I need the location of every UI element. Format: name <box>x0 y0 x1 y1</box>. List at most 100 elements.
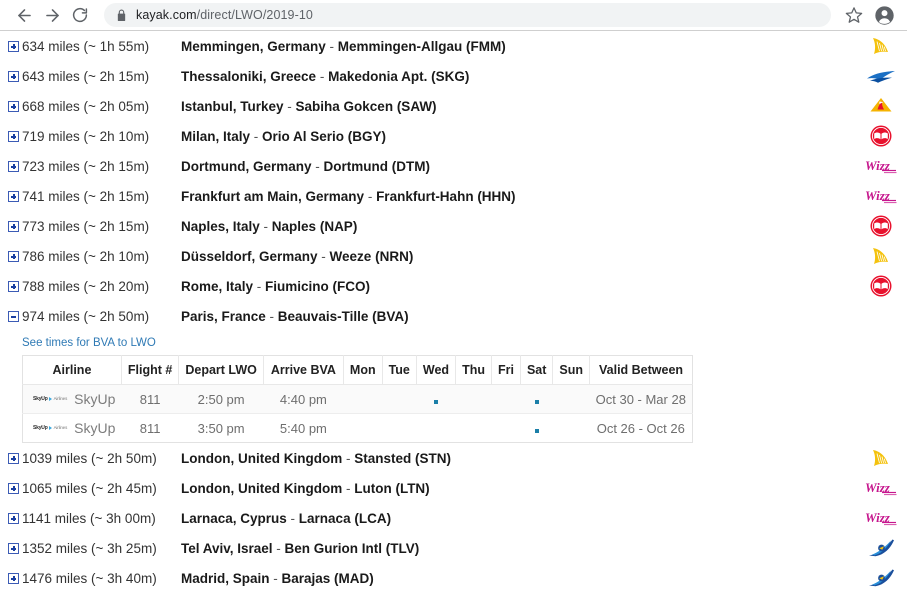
skyup-mark-subword: Airlines <box>53 395 68 401</box>
route-destination[interactable]: London, United Kingdom - Luton (LTN) <box>172 481 861 496</box>
destination-airport: Naples (NAP) <box>271 218 358 234</box>
route-destination[interactable]: Milan, Italy - Orio Al Serio (BGY) <box>172 129 861 144</box>
route-destination[interactable]: London, United Kingdom - Stansted (STN) <box>172 451 861 466</box>
expand-row-button[interactable] <box>0 40 22 52</box>
route-distance-duration: 773 miles (~ 2h 15m) <box>22 218 150 234</box>
route-destination[interactable]: Frankfurt am Main, Germany - Frankfurt-H… <box>172 189 861 204</box>
route-row[interactable]: 1141 miles (~ 3h 00m) Larnaca, Cyprus - L… <box>0 503 907 533</box>
plus-square-icon <box>7 160 19 172</box>
route-row[interactable]: 723 miles (~ 2h 15m) Dortmund, Germany - … <box>0 151 907 181</box>
plus-square-icon <box>7 482 19 494</box>
route-destination[interactable]: Larnaca, Cyprus - Larnaca (LCA) <box>172 511 861 526</box>
address-bar[interactable]: kayak.com/direct/LWO/2019-10 <box>104 3 831 27</box>
expand-row-button[interactable] <box>0 70 22 82</box>
star-icon <box>845 7 863 23</box>
wizzair-logo-icon: Wizz <box>865 158 897 174</box>
destination-city: Istanbul, Turkey <box>181 98 284 114</box>
plus-square-icon <box>7 512 19 524</box>
expand-row-button[interactable] <box>0 190 22 202</box>
destination-separator: - <box>317 248 330 264</box>
route-destination[interactable]: Memmingen, Germany - Memmingen-Allgau (F… <box>172 39 861 54</box>
column-header: Arrive BVA <box>262 355 344 385</box>
expand-row-button[interactable] <box>0 482 22 494</box>
skyup-airlines-logo-icon: SkyUp Airlines <box>33 425 67 431</box>
destination-city: Milan, Italy <box>181 128 251 144</box>
destination-airport: Stansted (STN) <box>354 450 451 466</box>
expand-row-button[interactable] <box>0 250 22 262</box>
route-distance-duration: 741 miles (~ 2h 15m) <box>22 188 150 204</box>
plus-square-icon <box>7 40 19 52</box>
cell-flight-number: 811 <box>121 413 179 443</box>
route-row[interactable]: 1476 miles (~ 3h 40m) Madrid, Spain - Bar… <box>0 563 907 593</box>
route-airline-logo <box>861 35 907 57</box>
reload-button[interactable] <box>66 1 94 29</box>
route-row[interactable]: 788 miles (~ 2h 20m) Rome, Italy - Fiumic… <box>0 271 907 301</box>
ryanair-logo-icon <box>873 248 888 264</box>
column-header: Depart LWO <box>178 355 264 385</box>
ernest-airlines-logo-icon <box>870 275 892 297</box>
ukraine-international-airlines-logo-icon <box>869 569 894 587</box>
route-distance-duration: 668 miles (~ 2h 05m) <box>22 98 150 114</box>
route-airline-logo <box>861 447 907 469</box>
destination-airport: Frankfurt-Hahn (HHN) <box>376 188 516 204</box>
destination-airport: Memmingen-Allgau (FMM) <box>337 38 506 54</box>
cell-day-sun <box>552 384 590 414</box>
destination-separator: - <box>286 510 299 526</box>
destination-separator: - <box>250 128 263 144</box>
expand-row-button[interactable] <box>0 542 22 554</box>
route-destination[interactable]: Paris, France - Beauvais-Tille (BVA) <box>172 309 861 324</box>
destination-separator: - <box>316 68 329 84</box>
route-destination[interactable]: Tel Aviv, Israel - Ben Gurion Intl (TLV) <box>172 541 861 556</box>
forward-button[interactable] <box>38 1 66 29</box>
route-row[interactable]: 1352 miles (~ 3h 25m) Tel Aviv, Israel - … <box>0 533 907 563</box>
profile-button[interactable] <box>871 2 897 28</box>
route-row[interactable]: 643 miles (~ 2h 15m) Thessaloniki, Greece… <box>0 61 907 91</box>
column-header: Sat <box>519 355 554 385</box>
airline-name: SkyUp <box>74 391 116 407</box>
route-destination[interactable]: Naples, Italy - Naples (NAP) <box>172 219 861 234</box>
route-row[interactable]: 1065 miles (~ 2h 45m) London, United King… <box>0 473 907 503</box>
collapse-row-button[interactable] <box>0 310 22 322</box>
destination-airport: Larnaca (LCA) <box>298 510 392 526</box>
route-row[interactable]: 741 miles (~ 2h 15m) Frankfurt am Main, G… <box>0 181 907 211</box>
expand-row-button[interactable] <box>0 100 22 112</box>
bookmark-button[interactable] <box>841 2 867 28</box>
route-airline-logo: Wizz <box>861 187 907 205</box>
cell-day-sat <box>520 384 553 414</box>
back-button[interactable] <box>10 1 38 29</box>
route-destination[interactable]: Düsseldorf, Germany - Weeze (NRN) <box>172 249 861 264</box>
route-row[interactable]: 668 miles (~ 2h 05m) Istanbul, Turkey - S… <box>0 91 907 121</box>
expand-row-button[interactable] <box>0 280 22 292</box>
route-distance-duration: 634 miles (~ 1h 55m) <box>22 38 150 54</box>
expand-row-button[interactable] <box>0 572 22 584</box>
route-distance-duration: 788 miles (~ 2h 20m) <box>22 278 150 294</box>
route-row[interactable]: 1039 miles (~ 2h 50m) London, United King… <box>0 443 907 473</box>
expand-row-button[interactable] <box>0 220 22 232</box>
route-airline-logo <box>861 67 907 85</box>
expand-row-button[interactable] <box>0 452 22 464</box>
route-row[interactable]: 719 miles (~ 2h 10m) Milan, Italy - Orio … <box>0 121 907 151</box>
route-destination[interactable]: Madrid, Spain - Barajas (MAD) <box>172 571 861 586</box>
route-destination[interactable]: Rome, Italy - Fiumicino (FCO) <box>172 279 861 294</box>
destination-separator: - <box>342 480 355 496</box>
route-distance-duration: 786 miles (~ 2h 10m) <box>22 248 150 264</box>
route-row[interactable]: 634 miles (~ 1h 55m) Memmingen, Germany -… <box>0 31 907 61</box>
cell-day-mon <box>343 413 383 443</box>
see-times-link[interactable]: See times for BVA to LWO <box>22 337 156 349</box>
route-airline-logo <box>861 245 907 267</box>
route-distance-duration: 1039 miles (~ 2h 50m) <box>22 450 157 466</box>
expand-row-button[interactable] <box>0 160 22 172</box>
route-destination[interactable]: Istanbul, Turkey - Sabiha Gokcen (SAW) <box>172 99 861 114</box>
route-row[interactable]: 773 miles (~ 2h 15m) Naples, Italy - Napl… <box>0 211 907 241</box>
expand-row-button[interactable] <box>0 512 22 524</box>
route-destination[interactable]: Thessaloniki, Greece - Makedonia Apt. (S… <box>172 69 861 84</box>
cell-airline: SkyUp Airlines SkyUp <box>22 384 122 414</box>
toolbar-actions <box>837 2 897 28</box>
ryanair-logo-icon <box>873 450 888 466</box>
expand-row-button[interactable] <box>0 130 22 142</box>
cell-day-sat <box>520 413 553 443</box>
route-destination[interactable]: Dortmund, Germany - Dortmund (DTM) <box>172 159 861 174</box>
route-row[interactable]: 974 miles (~ 2h 50m) Paris, France - Beau… <box>0 301 907 331</box>
route-row[interactable]: 786 miles (~ 2h 10m) Düsseldorf, Germany … <box>0 241 907 271</box>
plus-square-icon <box>7 250 19 262</box>
